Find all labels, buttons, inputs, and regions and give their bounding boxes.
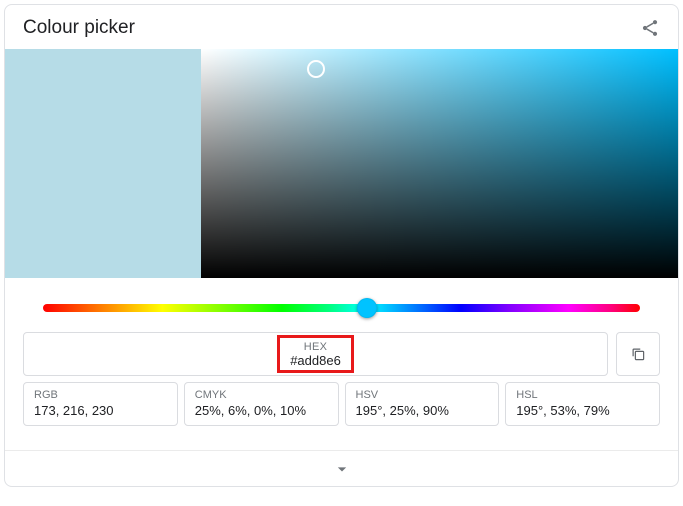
picker-area (5, 49, 678, 278)
hex-label: HEX (290, 341, 341, 353)
page-title: Colour picker (23, 17, 135, 39)
cmyk-field[interactable]: CMYK 25%, 6%, 0%, 10% (184, 382, 339, 426)
share-icon (640, 18, 660, 38)
chevron-down-icon (332, 459, 352, 479)
hsl-label: HSL (516, 389, 649, 401)
rgb-field[interactable]: RGB 173, 216, 230 (23, 382, 178, 426)
hex-value: #add8e6 (290, 353, 341, 368)
rgb-label: RGB (34, 389, 167, 401)
hsv-value: 195°, 25%, 90% (356, 403, 489, 418)
hue-slider[interactable] (43, 304, 640, 312)
colour-picker-card: Colour picker HEX #add8e6 (4, 4, 679, 487)
hex-highlight: HEX #add8e6 (277, 335, 354, 373)
cmyk-label: CMYK (195, 389, 328, 401)
rgb-value: 173, 216, 230 (34, 403, 167, 418)
header: Colour picker (5, 5, 678, 49)
selected-colour-swatch (5, 49, 201, 278)
hue-handle[interactable] (357, 298, 377, 318)
hsl-field[interactable]: HSL 195°, 53%, 79% (505, 382, 660, 426)
saturation-value-canvas[interactable] (201, 49, 678, 278)
share-button[interactable] (640, 18, 660, 38)
sv-handle[interactable] (307, 60, 325, 78)
hsv-label: HSV (356, 389, 489, 401)
hex-field[interactable]: HEX #add8e6 (23, 332, 608, 376)
copy-icon (629, 345, 647, 363)
values-panel: HEX #add8e6 RGB 173, 216, 230 CMYK 25%, … (5, 332, 678, 434)
hsv-field[interactable]: HSV 195°, 25%, 90% (345, 382, 500, 426)
cmyk-value: 25%, 6%, 0%, 10% (195, 403, 328, 418)
hsl-value: 195°, 53%, 79% (516, 403, 649, 418)
expand-button[interactable] (5, 450, 678, 486)
hue-slider-wrap (5, 278, 678, 332)
copy-button[interactable] (616, 332, 660, 376)
